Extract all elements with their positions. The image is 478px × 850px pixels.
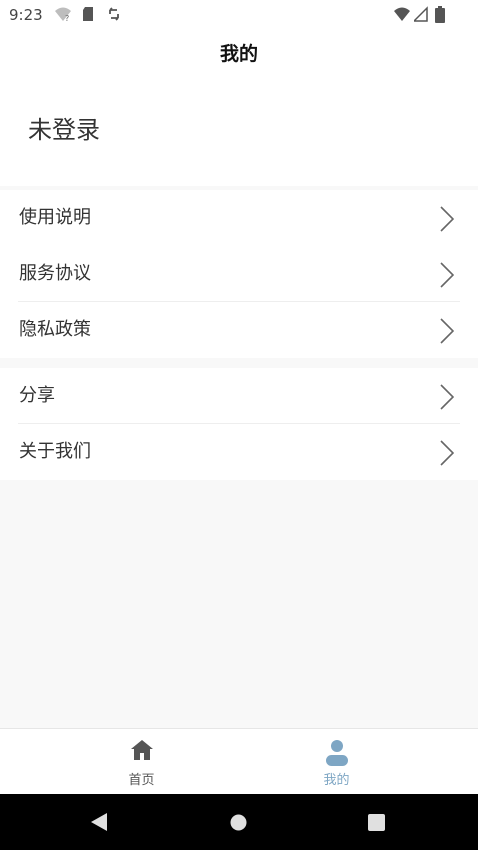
menu-item-label: 分享 [19, 385, 55, 406]
menu-item-label: 使用说明 [19, 207, 91, 228]
menu-group-about: 分享 关于我们 [0, 368, 478, 480]
menu-item-privacy-policy[interactable]: 隐私政策 [0, 302, 478, 358]
back-icon[interactable] [90, 812, 108, 836]
chevron-right-icon [440, 384, 455, 414]
login-status[interactable]: 未登录 [28, 110, 100, 145]
status-bar: 9:23 ? [0, 0, 478, 30]
title-bar: 我的 [0, 30, 478, 78]
status-time: 9:23 [9, 6, 43, 24]
menu-item-share[interactable]: 分享 [0, 368, 478, 424]
wifi-question-icon: ? [54, 6, 72, 26]
battery-icon [435, 6, 445, 27]
svg-text:?: ? [65, 14, 69, 22]
page-title: 我的 [219, 43, 258, 65]
tab-mine[interactable]: 我的 [217, 729, 456, 795]
chevron-right-icon [440, 262, 455, 292]
recents-icon[interactable] [368, 814, 385, 835]
menu-group-help: 使用说明 服务协议 隐私政策 [0, 190, 478, 358]
chevron-right-icon [440, 318, 455, 348]
menu-item-label: 隐私政策 [19, 319, 91, 340]
menu-item-instructions[interactable]: 使用说明 [0, 190, 478, 246]
sync-icon [107, 6, 121, 26]
profile-header[interactable]: 未登录 [0, 78, 478, 186]
home-circle-icon[interactable] [230, 814, 247, 835]
menu-item-service-agreement[interactable]: 服务协议 [0, 246, 478, 302]
menu-item-label: 关于我们 [19, 441, 91, 462]
chevron-right-icon [440, 440, 455, 470]
wifi-icon [393, 6, 411, 26]
tab-label: 我的 [323, 773, 350, 788]
home-icon [130, 739, 154, 765]
menu-item-label: 服务协议 [19, 263, 91, 284]
sd-card-icon [82, 6, 94, 26]
system-navigation-bar [0, 794, 478, 850]
user-icon [325, 739, 349, 771]
menu-item-about-us[interactable]: 关于我们 [0, 424, 478, 480]
chevron-right-icon [440, 206, 455, 236]
signal-icon [412, 6, 428, 26]
bottom-tab-bar: 首页 我的 [0, 728, 478, 795]
